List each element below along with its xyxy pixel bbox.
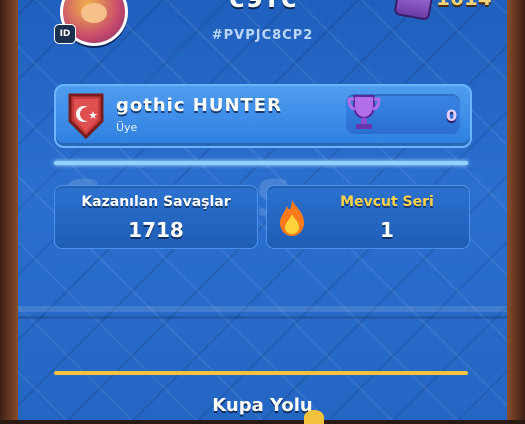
clan-trophy-icon xyxy=(347,95,381,129)
right-border xyxy=(507,0,525,420)
clan-trophy-count: 0 xyxy=(446,106,458,125)
trophy-road-icon xyxy=(304,410,324,424)
player-tag[interactable]: #PVPJC8CP2 xyxy=(0,28,525,43)
trophy-icon xyxy=(393,0,435,21)
clan-role: Üye xyxy=(116,121,138,134)
player-name: сэтс xyxy=(224,0,304,14)
divider-band-shadow xyxy=(18,316,507,319)
section-divider xyxy=(54,161,468,165)
wins-value: 1718 xyxy=(128,218,184,242)
divider-band xyxy=(18,306,507,312)
clan-trophy-box: 0 xyxy=(346,94,460,134)
left-border xyxy=(0,0,18,420)
clan-card[interactable]: gothic HUNTER Üye 0 xyxy=(54,84,472,148)
profile-screen: ID сэтс 1614 #PVPJC8CP2 gothic HUNTER Üy… xyxy=(0,0,525,424)
clan-badge-icon xyxy=(68,93,104,139)
avatar-face xyxy=(81,3,107,23)
streak-label: Mevcut Seri xyxy=(340,194,434,210)
wins-stat: Kazanılan Savaşlar 1718 xyxy=(54,185,258,249)
wins-label: Kazanılan Savaşlar xyxy=(81,194,231,210)
streak-value: 1 xyxy=(380,218,394,242)
trophy-count: 1614 xyxy=(436,0,492,10)
clan-name: gothic HUNTER xyxy=(116,95,282,116)
trophy-road-line xyxy=(54,371,468,375)
fire-icon xyxy=(280,200,304,236)
streak-stat: Mevcut Seri 1 xyxy=(266,185,470,249)
trophy-road-title[interactable]: Kupa Yolu xyxy=(0,395,525,416)
